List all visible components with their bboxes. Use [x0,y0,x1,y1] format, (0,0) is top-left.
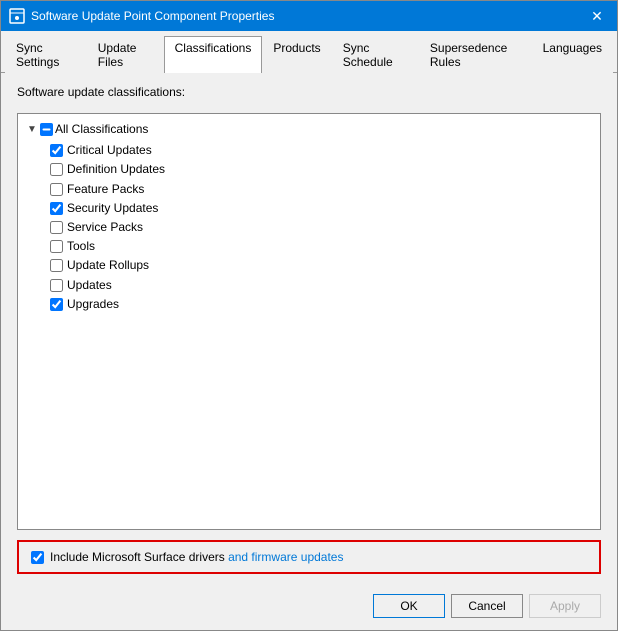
include-surface-section: Include Microsoft Surface drivers and fi… [17,540,601,574]
tab-languages[interactable]: Languages [532,36,613,73]
list-item: Critical Updates [50,141,592,160]
label-tools: Tools [67,237,95,256]
tree-expander[interactable]: ▼ [26,122,38,138]
tab-supersedence-rules[interactable]: Supersedence Rules [419,36,532,73]
apply-button[interactable]: Apply [529,594,601,618]
checkbox-security-updates[interactable] [50,202,63,215]
list-item: Upgrades [50,295,592,314]
list-item: Tools [50,237,592,256]
include-label-plain: Include Microsoft Surface drivers [50,550,228,564]
cancel-button[interactable]: Cancel [451,594,523,618]
label-security-updates: Security Updates [67,199,158,218]
close-button[interactable]: ✕ [585,5,609,27]
checkbox-include-surface[interactable] [31,551,44,564]
tab-update-files[interactable]: Update Files [87,36,164,73]
label-update-rollups: Update Rollups [67,256,149,275]
list-item: Updates [50,276,592,295]
checkbox-definition-updates[interactable] [50,163,63,176]
list-item: Definition Updates [50,160,592,179]
checkbox-feature-packs[interactable] [50,183,63,196]
checkbox-all-classifications[interactable] [40,123,53,136]
checkbox-tools[interactable] [50,240,63,253]
include-label-blue: and firmware updates [228,550,343,564]
checkbox-updates[interactable] [50,279,63,292]
tab-sync-schedule[interactable]: Sync Schedule [332,36,419,73]
dialog-window: Software Update Point Component Properti… [0,0,618,631]
all-classifications-label: All Classifications [55,120,148,139]
checkbox-upgrades[interactable] [50,298,63,311]
tab-bar: Sync Settings Update Files Classificatio… [1,31,617,73]
tab-sync-settings[interactable]: Sync Settings [5,36,87,73]
label-service-packs: Service Packs [67,218,143,237]
list-item: Feature Packs [50,180,592,199]
label-updates: Updates [67,276,112,295]
tree-root: ▼ All Classifications [26,120,592,139]
section-label: Software update classifications: [17,85,601,99]
tab-products[interactable]: Products [262,36,331,73]
tab-classifications[interactable]: Classifications [164,36,263,73]
window-icon [9,8,25,24]
classifications-tree: ▼ All Classifications Critical Updates D… [17,113,601,530]
tree-children: Critical Updates Definition Updates Feat… [50,141,592,314]
button-bar: OK Cancel Apply [1,586,617,630]
label-definition-updates: Definition Updates [67,160,165,179]
checkbox-update-rollups[interactable] [50,259,63,272]
content-area: Software update classifications: ▼ All C… [1,73,617,586]
label-upgrades: Upgrades [67,295,119,314]
ok-button[interactable]: OK [373,594,445,618]
list-item: Service Packs [50,218,592,237]
checkbox-critical-updates[interactable] [50,144,63,157]
include-surface-label: Include Microsoft Surface drivers and fi… [50,550,343,564]
list-item: Security Updates [50,199,592,218]
label-feature-packs: Feature Packs [67,180,144,199]
checkbox-service-packs[interactable] [50,221,63,234]
title-bar: Software Update Point Component Properti… [1,1,617,31]
list-item: Update Rollups [50,256,592,275]
title-bar-text: Software Update Point Component Properti… [31,9,585,23]
label-critical-updates: Critical Updates [67,141,152,160]
